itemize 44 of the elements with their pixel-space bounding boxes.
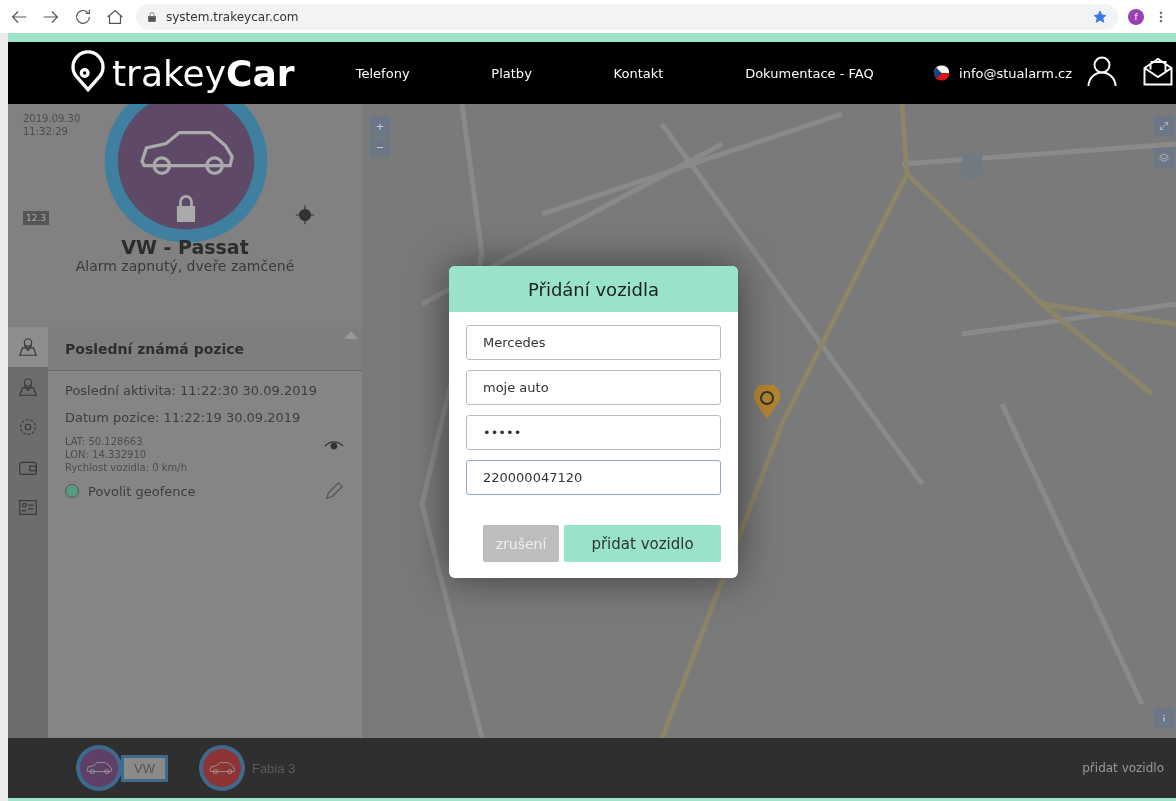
geofence-label: Povolit geofence (88, 483, 197, 499)
layers-button[interactable] (1154, 148, 1174, 168)
dialog-title: Přidání vozidla (449, 266, 738, 312)
fullscreen-button[interactable] (1154, 116, 1174, 136)
nav-link[interactable]: Telefony (355, 65, 410, 81)
logo-text: trakeyCar (112, 52, 295, 94)
nav-link[interactable]: Kontakt (613, 65, 664, 81)
input-field[interactable]: ••••• (466, 415, 721, 450)
car-avatar-icon (197, 744, 246, 792)
expand-icon (1158, 120, 1170, 132)
activity-text: Poslední aktivita: 11:22:30 30.09.2019 (64, 382, 318, 398)
location-target-icon[interactable] (294, 204, 316, 226)
longitude-text: LON: 14.332910 (65, 448, 148, 461)
flag-icon (933, 65, 950, 81)
url-text: system.trakeycar.com (166, 9, 299, 24)
address-bar[interactable]: system.trakeycar.com (136, 3, 1118, 30)
vehicle-status: Alarm zapnutý, dveře zamčené (75, 258, 295, 274)
section-title: Poslední známá pozice (65, 340, 245, 357)
car-avatar-icon (75, 744, 123, 792)
add-vehicle-button[interactable]: přidat vozidlo (564, 525, 721, 562)
map-pin-icon (17, 336, 39, 358)
add-vehicle-link[interactable]: přidat vozidlo (1082, 761, 1164, 775)
pencil-icon[interactable] (323, 480, 345, 502)
input-field[interactable]: 220000047120 (466, 460, 721, 495)
scroll-up-icon[interactable] (344, 331, 358, 339)
car-location-marker-icon[interactable] (754, 385, 780, 419)
info-button[interactable] (1154, 708, 1174, 728)
layers-icon (1158, 152, 1170, 164)
map-pin-icon (17, 376, 39, 398)
lock-icon (146, 10, 158, 23)
nav-link[interactable]: Dokumentace - FAQ (745, 65, 874, 81)
input-field[interactable]: moje auto (466, 370, 721, 405)
battery-indicator: 12.3 (23, 211, 50, 225)
profile-avatar[interactable]: f (1128, 8, 1144, 25)
vehicle-name: VW - Passat (121, 236, 249, 258)
sidebar-item[interactable] (8, 327, 48, 367)
latitude-text: LAT: 50.128663 (65, 435, 144, 448)
position-date-text: Datum pozice: 11:22:19 30.09.2019 (64, 409, 302, 425)
email-text: info@stualarm.cz (959, 65, 1072, 81)
nav-link[interactable]: Platby (491, 65, 532, 81)
star-icon (1092, 8, 1108, 25)
geofence-toggle[interactable] (65, 484, 79, 498)
input-field[interactable]: Mercedes (466, 325, 721, 360)
gear-icon (17, 416, 39, 438)
